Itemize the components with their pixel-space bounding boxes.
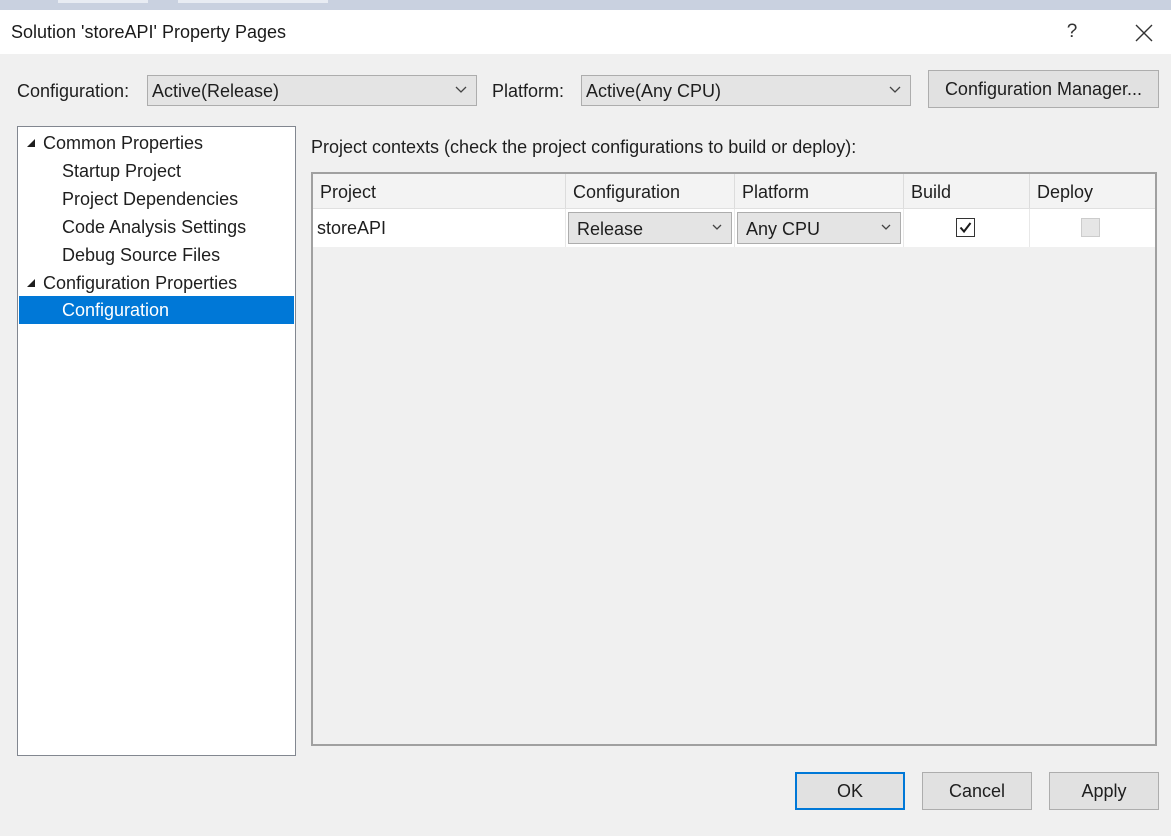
table-row: storeAPI Release Any CPU <box>313 209 1155 247</box>
column-header-label: Build <box>911 182 952 202</box>
cell-platform: Any CPU <box>735 209 904 247</box>
project-contexts-label: Project contexts (check the project conf… <box>311 137 857 157</box>
background-window-strip <box>0 0 1171 10</box>
help-button[interactable]: ? <box>1052 16 1092 48</box>
cancel-button[interactable]: Cancel <box>922 772 1032 810</box>
title-bar: Solution 'storeAPI' Property Pages ? <box>0 10 1171 54</box>
tree-item-code-analysis-settings[interactable]: Code Analysis Settings <box>18 213 293 241</box>
cell-project: storeAPI <box>313 209 566 247</box>
tree-item-label: Startup Project <box>62 161 182 181</box>
tree-item-label: Project Dependencies <box>62 189 239 209</box>
column-header-label: Platform <box>742 182 810 202</box>
column-header-configuration[interactable]: Configuration <box>566 174 735 208</box>
configuration-dropdown-value: Active(Release) <box>152 81 280 101</box>
column-header-label: Configuration <box>573 182 681 202</box>
platform-dropdown[interactable]: Active(Any CPU) <box>581 75 911 106</box>
row-configuration-dropdown[interactable]: Release <box>568 212 732 244</box>
expanded-triangle-icon <box>27 139 35 147</box>
tree-item-label: Configuration <box>62 300 170 320</box>
expanded-triangle-icon <box>27 279 35 287</box>
chevron-down-icon <box>881 224 891 230</box>
project-contexts-grid: Project Configuration Platform Build Dep… <box>311 172 1157 746</box>
chevron-down-icon <box>712 224 722 230</box>
tree-item-configuration-properties[interactable]: Configuration Properties <box>18 269 293 297</box>
tree-item-label: Configuration Properties <box>43 273 238 293</box>
chevron-down-icon <box>455 86 467 93</box>
cell-deploy <box>1030 209 1155 247</box>
tree-item-configuration[interactable]: Configuration <box>19 296 294 324</box>
property-tree: Common Properties Startup Project Projec… <box>17 126 296 756</box>
background-tab <box>178 0 328 3</box>
tree-item-common-properties[interactable]: Common Properties <box>18 129 293 157</box>
window-title: Solution 'storeAPI' Property Pages <box>11 22 287 42</box>
column-header-deploy[interactable]: Deploy <box>1030 174 1155 208</box>
close-icon <box>1135 24 1153 42</box>
tree-item-project-dependencies[interactable]: Project Dependencies <box>18 185 293 213</box>
platform-dropdown-value: Active(Any CPU) <box>586 81 722 101</box>
project-name: storeAPI <box>317 218 387 238</box>
column-header-platform[interactable]: Platform <box>735 174 904 208</box>
ok-button[interactable]: OK <box>795 772 905 810</box>
cell-configuration: Release <box>566 209 735 247</box>
row-configuration-value: Release <box>577 219 644 239</box>
tree-item-startup-project[interactable]: Startup Project <box>18 157 293 185</box>
build-checkbox[interactable] <box>956 218 975 237</box>
tree-item-label: Common Properties <box>43 133 204 153</box>
column-header-label: Project <box>320 182 377 202</box>
row-platform-value: Any CPU <box>746 219 821 239</box>
configuration-dropdown[interactable]: Active(Release) <box>147 75 477 106</box>
tree-item-label: Debug Source Files <box>62 245 221 265</box>
chevron-down-icon <box>889 86 901 93</box>
deploy-checkbox[interactable] <box>1081 218 1100 237</box>
platform-label: Platform: <box>492 81 565 101</box>
column-header-label: Deploy <box>1037 182 1094 202</box>
configuration-label: Configuration: <box>17 81 130 101</box>
apply-button[interactable]: Apply <box>1049 772 1159 810</box>
checkmark-icon <box>959 222 972 234</box>
tree-item-label: Code Analysis Settings <box>62 217 247 237</box>
background-tab <box>58 0 148 3</box>
close-button[interactable] <box>1124 16 1164 48</box>
grid-header: Project Configuration Platform Build Dep… <box>313 174 1155 209</box>
configuration-manager-button[interactable]: Configuration Manager... <box>928 70 1159 108</box>
row-platform-dropdown[interactable]: Any CPU <box>737 212 901 244</box>
column-header-build[interactable]: Build <box>904 174 1030 208</box>
column-header-project[interactable]: Project <box>313 174 566 208</box>
cell-build <box>904 209 1030 247</box>
tree-item-debug-source-files[interactable]: Debug Source Files <box>18 241 293 269</box>
